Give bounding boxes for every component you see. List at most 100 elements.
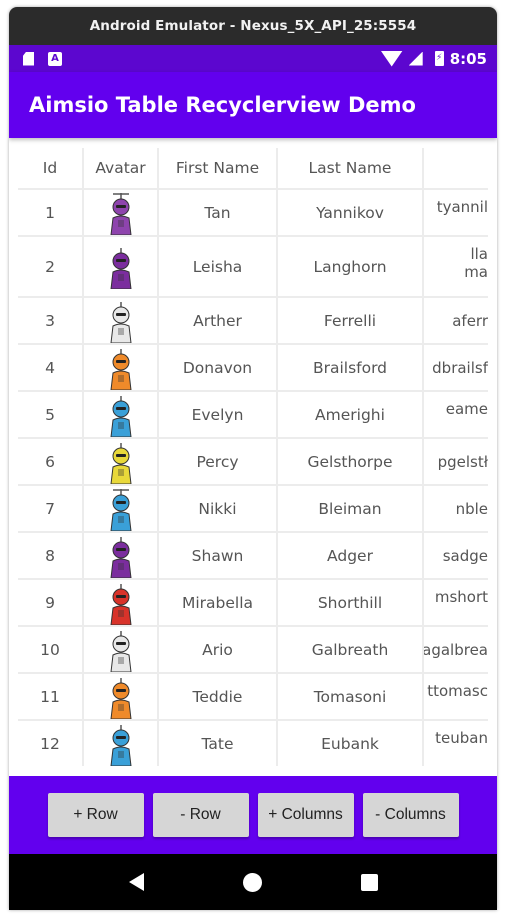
cell-first-name: Teddie xyxy=(159,674,276,719)
robot-avatar-icon xyxy=(109,348,132,390)
cell-last-name: Gelsthorpe xyxy=(278,439,422,484)
cell-first-name: Percy xyxy=(159,439,276,484)
cell-id: 1 xyxy=(18,190,82,235)
cell-first-name: Mirabella xyxy=(159,580,276,625)
cell-first-name: Evelyn xyxy=(159,392,276,437)
robot-avatar-icon xyxy=(109,536,132,578)
column-header-last-name[interactable]: Last Name xyxy=(278,148,422,188)
app-bar: Aimsio Table Recyclerview Demo xyxy=(9,72,497,138)
table-container[interactable]: Id Avatar First Name Last Name 1 Tan Yanni… xyxy=(9,138,497,776)
cell-id: 7 xyxy=(18,486,82,531)
avatar xyxy=(84,627,157,672)
cell-last-name: Adger xyxy=(278,533,422,578)
cell-email: tyannil xyxy=(424,190,488,235)
avatar xyxy=(84,439,157,484)
avatar xyxy=(84,237,157,296)
cell-id: 9 xyxy=(18,580,82,625)
cell-email: nble xyxy=(424,486,488,531)
navigation-bar xyxy=(9,854,497,910)
signal-icon xyxy=(408,51,423,66)
window-titlebar[interactable]: Android Emulator - Nexus_5X_API_25:5554 xyxy=(9,7,497,45)
column-header-first-name[interactable]: First Name xyxy=(159,148,276,188)
robot-avatar-icon xyxy=(109,301,132,343)
table-row[interactable]: 9 Mirabella Shorthill mshort xyxy=(18,580,488,625)
table-row[interactable]: 4 Donavon Brailsford dbrailsf xyxy=(18,345,488,390)
table-row[interactable]: 3 Arther Ferrelli aferr xyxy=(18,298,488,343)
table-row[interactable]: 8 Shawn Adger sadge xyxy=(18,533,488,578)
cell-email: teuban xyxy=(424,721,488,766)
data-table[interactable]: Id Avatar First Name Last Name 1 Tan Yanni… xyxy=(18,148,488,766)
column-header-avatar[interactable]: Avatar xyxy=(84,148,157,188)
robot-avatar-icon xyxy=(109,630,132,672)
avatar xyxy=(84,298,157,343)
cell-last-name: Langhorn xyxy=(278,237,422,296)
table-row[interactable]: 7 Nikki Bleiman nble xyxy=(18,486,488,531)
table-row[interactable]: 2 Leisha Langhorn lla ma xyxy=(18,237,488,296)
a-notification-icon: A xyxy=(48,51,62,66)
table-row[interactable]: 11 Teddie Tomasoni ttomasc xyxy=(18,674,488,719)
cell-email: sadge xyxy=(424,533,488,578)
robot-avatar-icon xyxy=(109,724,132,766)
table-row[interactable]: 10 Ario Galbreath agalbrea xyxy=(18,627,488,672)
cell-last-name: Eubank xyxy=(278,721,422,766)
table-header: Id Avatar First Name Last Name xyxy=(18,148,488,188)
cell-first-name: Leisha xyxy=(159,237,276,296)
add-row-button[interactable]: + Row xyxy=(47,793,144,837)
robot-avatar-icon xyxy=(109,442,132,484)
cell-id: 4 xyxy=(18,345,82,390)
avatar xyxy=(84,392,157,437)
cell-email: pgelstł xyxy=(424,439,488,484)
avatar xyxy=(84,486,157,531)
table-row[interactable]: 5 Evelyn Amerighi eame xyxy=(18,392,488,437)
cell-id: 6 xyxy=(18,439,82,484)
cell-id: 5 xyxy=(18,392,82,437)
add-columns-button[interactable]: + Columns xyxy=(257,793,354,837)
cell-last-name: Brailsford xyxy=(278,345,422,390)
remove-columns-button[interactable]: - Columns xyxy=(362,793,459,837)
robot-avatar-icon xyxy=(109,488,132,531)
cell-email: mshort xyxy=(424,580,488,625)
cell-last-name: Bleiman xyxy=(278,486,422,531)
cell-email: aferr xyxy=(424,298,488,343)
cell-id: 3 xyxy=(18,298,82,343)
cell-id: 2 xyxy=(18,237,82,296)
status-time: 8:05 xyxy=(449,49,487,68)
recents-icon[interactable] xyxy=(360,873,378,891)
home-icon[interactable] xyxy=(242,872,262,892)
cell-email: agalbrea xyxy=(424,627,488,672)
robot-avatar-icon xyxy=(109,583,132,625)
cell-first-name: Ario xyxy=(159,627,276,672)
cell-email: ttomasc xyxy=(424,674,488,719)
action-bar: + Row - Row + Columns - Columns xyxy=(9,776,497,854)
avatar xyxy=(84,674,157,719)
back-icon[interactable] xyxy=(128,873,144,891)
cell-first-name: Shawn xyxy=(159,533,276,578)
app-title: Aimsio Table Recyclerview Demo xyxy=(29,93,416,117)
table-row[interactable]: 1 Tan Yannikov tyannil xyxy=(18,190,488,235)
cell-last-name: Ferrelli xyxy=(278,298,422,343)
avatar xyxy=(84,190,157,235)
robot-avatar-icon xyxy=(109,677,132,719)
cell-id: 12 xyxy=(18,721,82,766)
window-title: Android Emulator - Nexus_5X_API_25:5554 xyxy=(89,18,417,34)
cell-email: dbrailsf xyxy=(424,345,488,390)
cell-first-name: Tan xyxy=(159,190,276,235)
column-header-email[interactable] xyxy=(424,148,488,188)
remove-row-button[interactable]: - Row xyxy=(152,793,249,837)
avatar xyxy=(84,345,157,390)
robot-avatar-icon xyxy=(109,395,132,437)
cell-id: 11 xyxy=(18,674,82,719)
sd-card-icon xyxy=(23,51,34,66)
battery-charging-icon xyxy=(434,51,444,66)
avatar xyxy=(84,580,157,625)
robot-avatar-icon xyxy=(109,247,132,289)
avatar xyxy=(84,721,157,766)
table-row[interactable]: 12 Tate Eubank teuban xyxy=(18,721,488,766)
cell-first-name: Arther xyxy=(159,298,276,343)
cell-last-name: Tomasoni xyxy=(278,674,422,719)
cell-email: lla ma xyxy=(424,237,488,296)
table-row[interactable]: 6 Percy Gelsthorpe pgelstł xyxy=(18,439,488,484)
column-header-id[interactable]: Id xyxy=(18,148,82,188)
wifi-icon xyxy=(380,50,403,67)
cell-first-name: Tate xyxy=(159,721,276,766)
